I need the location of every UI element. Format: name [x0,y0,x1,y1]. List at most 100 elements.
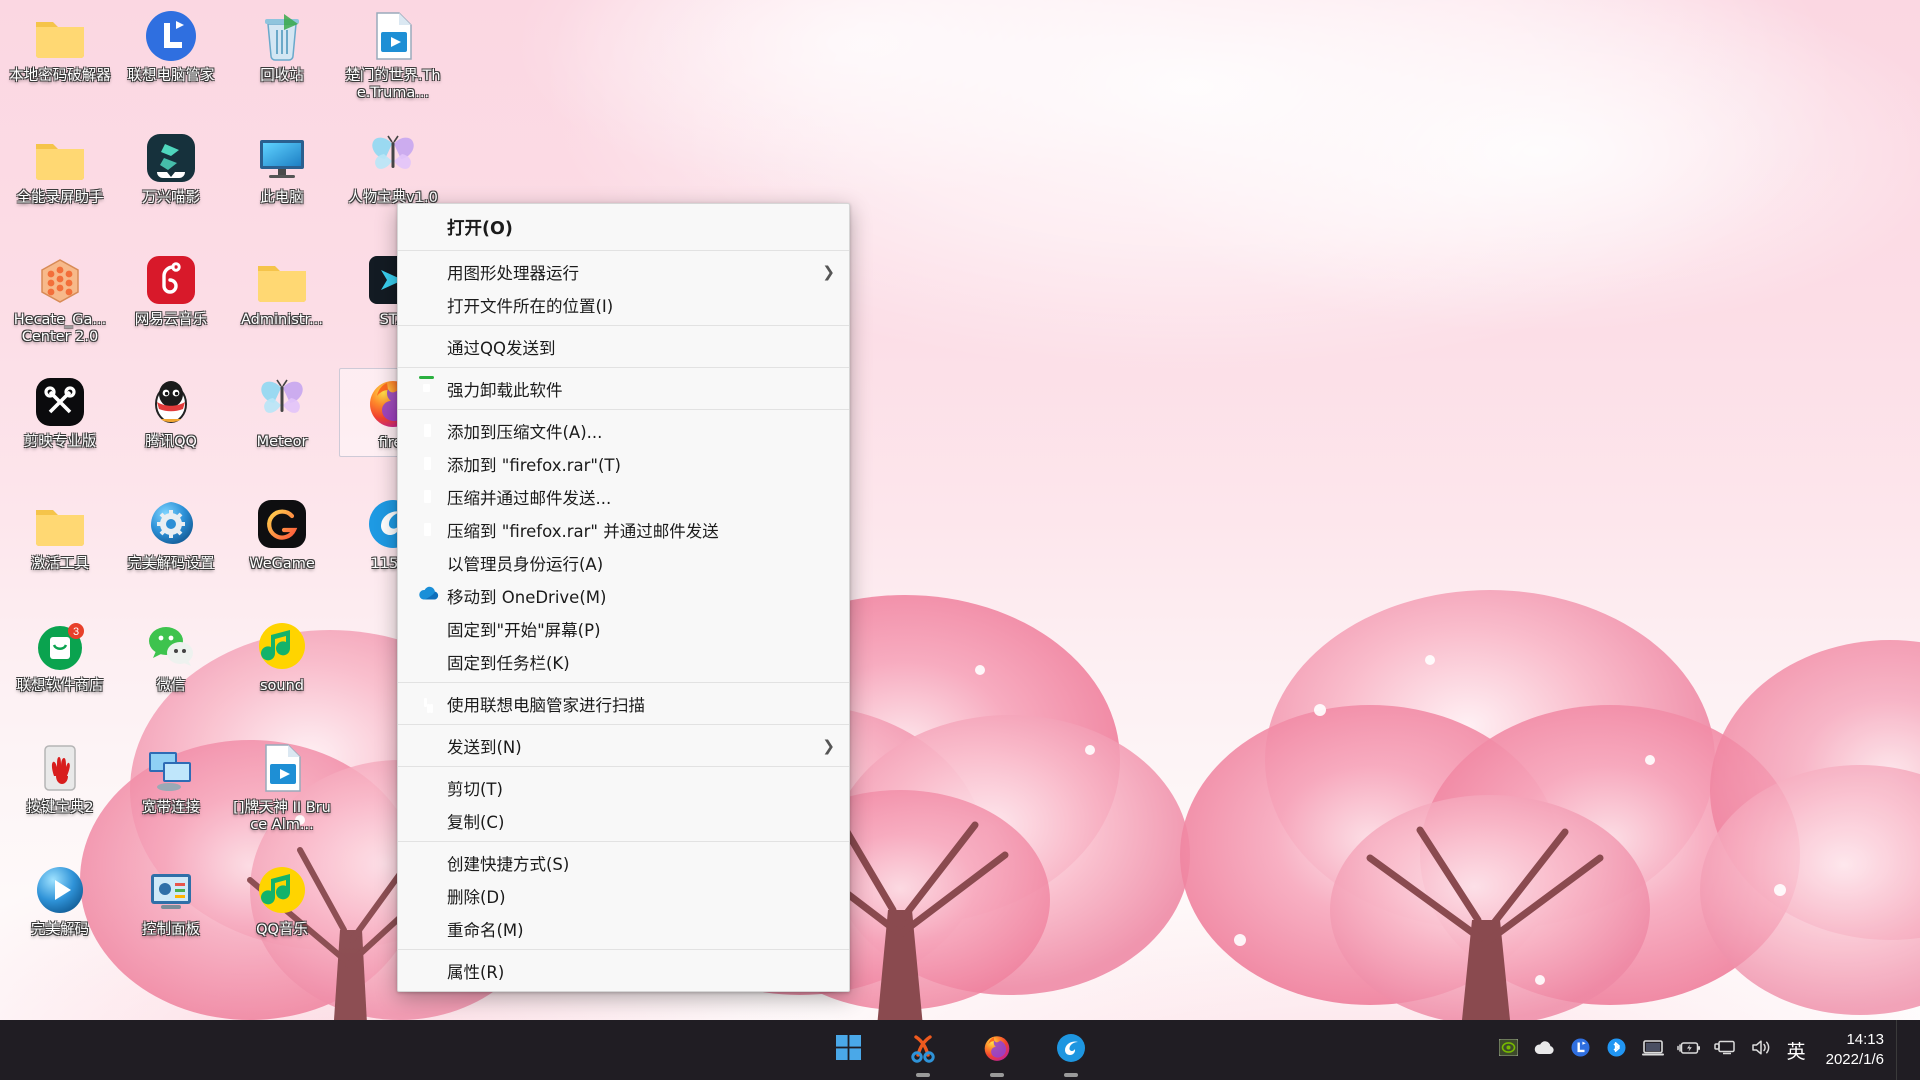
desktop-icon-label: 腾讯QQ [117,434,225,455]
tray-icon-list[interactable] [1491,1020,1779,1080]
menu-item[interactable]: 复制(C) [398,804,849,837]
control-panel-icon [143,862,199,918]
gear-blue-icon [143,496,199,552]
desktop-icon-27[interactable]: 控制面板 [117,856,225,943]
menu-group: 强力卸载此软件 [398,368,849,409]
no-icon [418,919,438,939]
desktop-icon-7[interactable]: 人物宝典v1.0 [339,124,447,211]
menu-item[interactable]: 添加到压缩文件(A)... [398,414,849,447]
filmora-icon [143,130,199,186]
chevron-right-icon: ❯ [822,737,835,755]
menu-item[interactable]: 删除(D) [398,879,849,912]
desktop-icon-12[interactable]: 剪映专业版 [6,368,114,455]
desktop-icon-22[interactable]: sound [228,612,336,699]
menu-item[interactable]: 重命名(M) [398,912,849,945]
desktop-icon-label: 联想电脑管家 [117,68,225,89]
system-tray[interactable]: 英 14:13 2022/1/6 [1491,1020,1906,1080]
menu-item[interactable]: 添加到 "firefox.rar"(T) [398,447,849,480]
360-browser-button[interactable] [1049,1028,1093,1072]
butterfly-icon [254,374,310,430]
nvidia-tray-icon[interactable] [1491,1020,1527,1080]
recycle-green-icon [418,379,438,399]
battery-charging-icon [1677,1041,1701,1060]
menu-item[interactable]: 移动到 OneDrive(M) [398,579,849,612]
menu-item[interactable]: 剪切(T) [398,771,849,804]
menu-item[interactable]: 属性(R) [398,954,849,987]
desktop-icon-28[interactable]: QQ音乐 [228,856,336,943]
running-indicator [1064,1073,1078,1077]
desktop-icon-23[interactable]: 按键宝典2 [6,734,114,821]
menu-item[interactable]: 强力卸载此软件 [398,372,849,405]
desktop-icon-13[interactable]: 腾讯QQ [117,368,225,455]
no-icon [418,853,438,873]
menu-item-label: 添加到压缩文件(A)... [447,419,835,443]
menu-item[interactable]: 发送到(N)❯ [398,729,849,762]
menu-item-label: 以管理员身份运行(A) [447,551,835,575]
desktop-icon-2[interactable]: 回收站 [228,2,336,89]
menu-item[interactable]: 固定到任务栏(K) [398,645,849,678]
clock[interactable]: 14:13 2022/1/6 [1814,1030,1890,1070]
menu-item-label: 使用联想电脑管家进行扫描 [447,692,835,716]
chevron-right-icon: ❯ [822,263,835,281]
menu-item[interactable]: 打开(O) [398,208,849,246]
menu-item-label: 属性(R) [447,959,835,983]
desktop-icon-5[interactable]: 万兴喵影 [117,124,225,211]
desktop-icon-16[interactable]: 激活工具 [6,490,114,577]
firefox-button[interactable] [975,1028,1019,1072]
lenovo-tray-icon[interactable] [1563,1020,1599,1080]
ime-indicator[interactable]: 英 [1779,1020,1814,1080]
desktop-icon-21[interactable]: 微信 [117,612,225,699]
svg-text:3: 3 [73,626,79,638]
network-tray-icon[interactable] [1707,1020,1743,1080]
bluetooth-tray-icon[interactable] [1599,1020,1635,1080]
qq-music-icon [254,618,310,674]
desktop-icon-8[interactable]: Hecate_Ga... Center 2.0 [6,246,114,350]
battery-tray-icon[interactable] [1671,1020,1707,1080]
menu-group: 属性(R) [398,950,849,991]
onedrive-tray-icon[interactable] [1527,1020,1563,1080]
menu-item[interactable]: 通过QQ发送到 [398,330,849,363]
recycle-bin-icon [254,8,310,64]
menu-item[interactable]: 以管理员身份运行(A) [398,546,849,579]
file-context-menu[interactable]: 打开(O) 用图形处理器运行❯打开文件所在的位置(I) 通过QQ发送到强力卸载此软件… [397,203,850,992]
start-button[interactable] [827,1028,871,1072]
desktop-icon-14[interactable]: Meteor [228,368,336,455]
desktop-icon-1[interactable]: 联想电脑管家 [117,2,225,89]
desktop-icon-3[interactable]: 楚门的世界.The.Truma... [339,2,447,106]
desktop-icon-17[interactable]: 完美解码设置 [117,490,225,577]
desktop-icon-25[interactable]: []牌天神 II Bruce Alm... [228,734,336,838]
desktop-icon-label: Meteor [228,434,336,455]
desktop-icon-10[interactable]: Administr... [228,246,336,333]
desktop-icon-18[interactable]: WeGame [228,490,336,577]
running-indicator [916,1073,930,1077]
menu-item[interactable]: 用图形处理器运行❯ [398,255,849,288]
winrar-icon [418,520,438,540]
no-icon [418,295,438,315]
desktop-icon-24[interactable]: 宽带连接 [117,734,225,821]
desktop-icon-6[interactable]: 此电脑 [228,124,336,211]
show-desktop-button[interactable] [1896,1020,1906,1080]
menu-item[interactable]: 压缩到 "firefox.rar" 并通过邮件发送 [398,513,849,546]
display-tray-icon[interactable] [1635,1020,1671,1080]
taskbar[interactable]: 英 14:13 2022/1/6 [0,1020,1920,1080]
desktop-icon-9[interactable]: 网易云音乐 [117,246,225,333]
menu-item[interactable]: 固定到"开始"屏幕(P) [398,612,849,645]
menu-item-label: 创建快捷方式(S) [447,851,835,875]
desktop-icon-4[interactable]: 全能录屏助手 [6,124,114,211]
volume-tray-icon[interactable] [1743,1020,1779,1080]
menu-group: 剪切(T)复制(C) [398,767,849,841]
desktop-icon-label: 本地密码破解器 [6,68,114,89]
desktop-icon-0[interactable]: 本地密码破解器 [6,2,114,89]
menu-item[interactable]: 压缩并通过邮件发送... [398,480,849,513]
desktop-icon-26[interactable]: 完美解码 [6,856,114,943]
menu-item-label: 压缩到 "firefox.rar" 并通过邮件发送 [447,518,835,542]
video-file-icon [365,8,421,64]
menu-item[interactable]: 打开文件所在的位置(I) [398,288,849,321]
snipping-tool-button[interactable] [901,1028,945,1072]
menu-item-label: 强力卸载此软件 [447,377,835,401]
taskbar-center-buttons[interactable] [827,1020,1093,1080]
menu-item[interactable]: 创建快捷方式(S) [398,846,849,879]
menu-item[interactable]: 使用联想电脑管家进行扫描 [398,687,849,720]
desktop-icon-20[interactable]: 3联想软件商店 [6,612,114,699]
broadband-connection-icon [143,740,199,796]
